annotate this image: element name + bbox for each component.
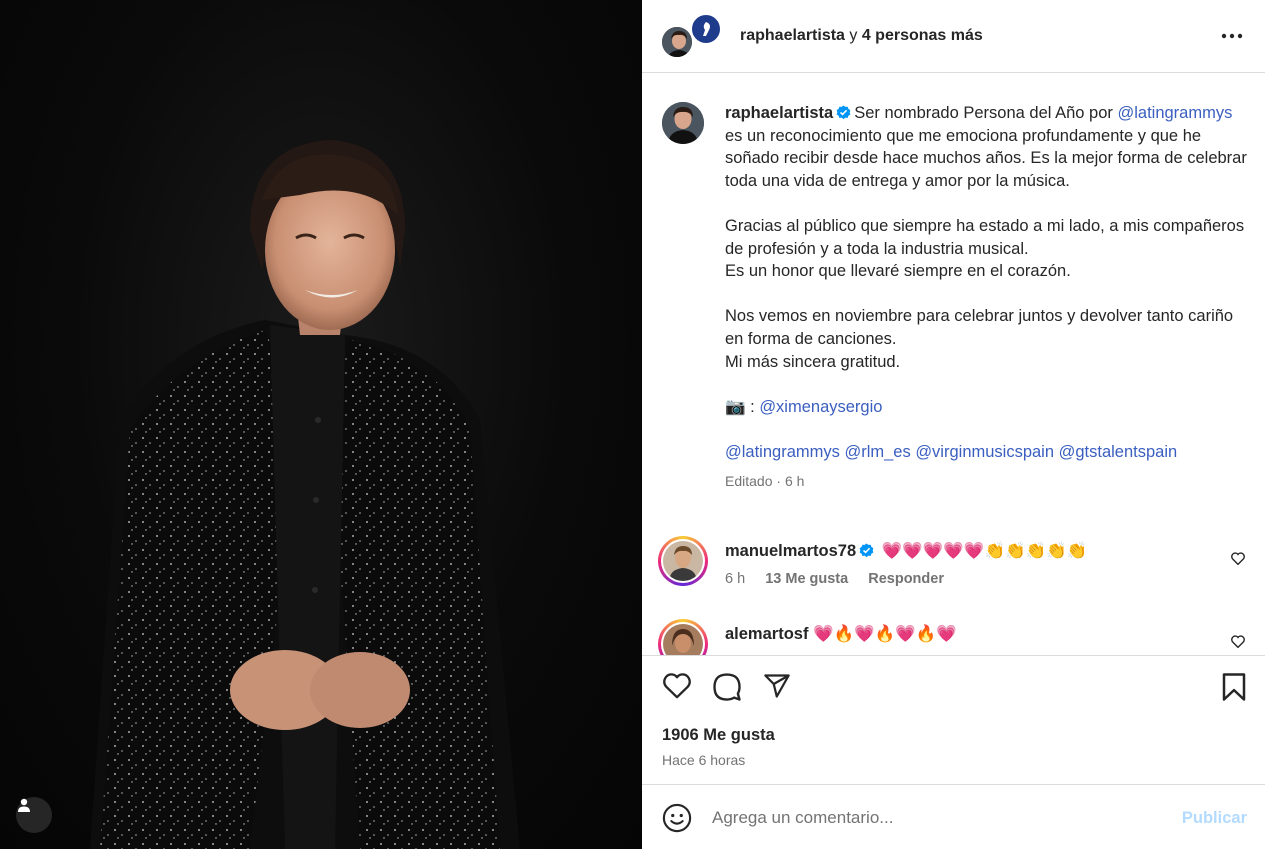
comment-bubble-icon (713, 673, 741, 701)
post-actions (662, 672, 1247, 702)
mention-link[interactable]: @gtstalentspain (1059, 443, 1178, 461)
comment-text: 💗💗💗💗💗👏👏👏👏👏 (881, 542, 1088, 560)
authors-connector: y (844, 27, 862, 44)
heart-outline-icon (1231, 635, 1245, 649)
camera-icon: 📷 (725, 397, 746, 416)
mention-link[interactable]: @rlm_es (844, 443, 910, 461)
avatar-portrait (662, 102, 704, 144)
publish-button[interactable]: Publicar (1182, 809, 1247, 828)
share-button[interactable] (762, 672, 792, 705)
gramophone-icon (703, 22, 710, 36)
avatar-portrait (662, 27, 692, 57)
more-options-button[interactable] (1221, 26, 1243, 44)
emoji-picker-button[interactable] (662, 803, 692, 838)
comment-likes-count[interactable]: 13 Me gusta (765, 571, 848, 587)
commenter-avatar[interactable] (658, 619, 708, 655)
author-username-link[interactable]: raphaelartista (740, 27, 845, 44)
caption-author-avatar[interactable] (662, 102, 704, 144)
portrait-illustration (90, 140, 520, 849)
caption-text: es un reconocimiento que me emociona pro… (725, 126, 1247, 190)
verified-badge-icon (836, 105, 851, 120)
paper-plane-icon (764, 674, 790, 698)
user-icon (18, 798, 30, 812)
caption-meta: Editado · 6 h (725, 470, 1252, 493)
post-action-bar: 1906 Me gusta Hace 6 horas (642, 655, 1265, 783)
post-header: raphaelartista y 4 personas más (642, 0, 1265, 73)
post-timestamp[interactable]: Hace 6 horas (662, 752, 745, 768)
comment-button[interactable] (712, 672, 742, 707)
post-caption: raphaelartista Ser nombrado Persona del A… (662, 102, 1252, 492)
mention-link[interactable]: @ximenaysergio (759, 398, 882, 416)
meta-separator: · (772, 472, 785, 489)
comments-section[interactable]: raphaelartista Ser nombrado Persona del A… (642, 74, 1265, 655)
bookmark-icon (1222, 673, 1246, 701)
raphael-avatar-small[interactable] (660, 25, 694, 59)
comment-text: 💗🔥💗🔥💗🔥💗 (813, 625, 957, 643)
verified-badge-icon (859, 543, 874, 558)
more-collaborators-link[interactable]: 4 personas más (862, 27, 983, 44)
caption-username[interactable]: raphaelartista (725, 104, 833, 122)
mention-link[interactable]: @latingrammys (725, 443, 840, 461)
smiley-icon (662, 803, 692, 833)
likes-count[interactable]: 1906 Me gusta (662, 726, 775, 745)
reply-button[interactable]: Responder (868, 571, 944, 587)
caption-text: Nos vemos en noviembre para celebrar jun… (725, 307, 1234, 348)
caption-age[interactable]: 6 h (785, 473, 804, 489)
caption-text: : (745, 397, 760, 416)
caption-tags: @latingrammys @rlm_es @virginmusicspain … (725, 441, 1252, 464)
commenter-avatar[interactable] (658, 536, 708, 586)
comment-actions: 6 h 13 Me gusta Responder (725, 571, 1253, 587)
caption-text: Gracias al público que siempre ha estado… (725, 216, 1245, 258)
more-horizontal-icon (1221, 33, 1243, 39)
commenter-username[interactable]: manuelmartos78 (725, 542, 856, 560)
caption-text: Mi más sincera gratitud. (725, 352, 901, 371)
save-button[interactable] (1221, 672, 1247, 707)
latin-grammys-avatar[interactable] (690, 13, 722, 45)
mention-link[interactable]: @virginmusicspain (915, 443, 1054, 461)
mention-link[interactable]: @latingrammys (1117, 104, 1232, 122)
caption-text: Es un honor que llevaré siempre en el co… (725, 262, 1071, 281)
avatar-portrait (663, 624, 703, 655)
collaborator-avatars[interactable] (660, 11, 724, 61)
post-detail-panel: raphaelartista y 4 personas más raphaela… (642, 0, 1265, 849)
post-authors: raphaelartista y 4 personas más (740, 27, 983, 45)
post-photo[interactable] (0, 0, 642, 849)
tagged-users-button[interactable] (16, 797, 52, 833)
add-comment-bar: Publicar (642, 784, 1265, 849)
comment-item: manuelmartos78 💗💗💗💗💗👏👏👏👏👏 6 h 13 Me gust… (658, 536, 1253, 587)
comment-input[interactable] (712, 801, 1152, 835)
comment-like-button[interactable] (1231, 635, 1245, 653)
edited-label: Editado (725, 472, 773, 489)
heart-outline-icon (663, 673, 691, 699)
avatar-portrait (663, 541, 703, 581)
comment-time[interactable]: 6 h (725, 571, 745, 587)
like-button[interactable] (662, 672, 692, 704)
heart-outline-icon (1231, 552, 1245, 566)
commenter-username[interactable]: alemartosf (725, 625, 808, 643)
comment-item: alemartosf 💗🔥💗🔥💗🔥💗 (658, 619, 1253, 655)
comment-like-button[interactable] (1231, 552, 1245, 570)
caption-text: Ser nombrado Persona del Año por (854, 104, 1118, 122)
